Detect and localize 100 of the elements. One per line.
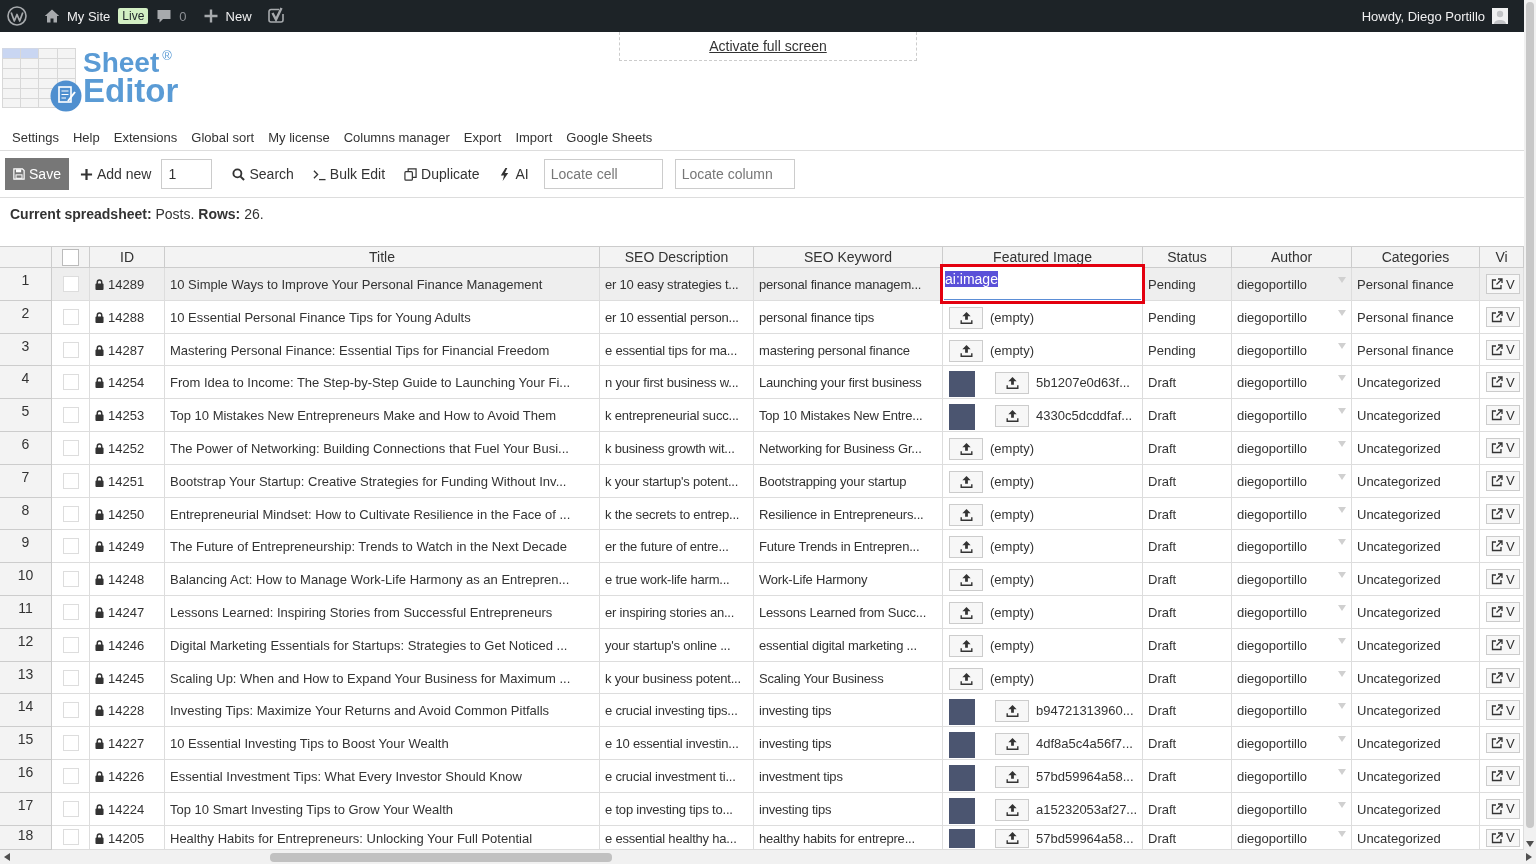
dropdown-caret-icon[interactable]	[1338, 342, 1346, 349]
row-checkbox[interactable]	[62, 472, 79, 489]
row-checkbox[interactable]	[62, 636, 79, 653]
menu-link[interactable]: Import	[515, 130, 553, 145]
view-button[interactable]: V	[1486, 601, 1520, 622]
row-checkbox[interactable]	[62, 828, 79, 845]
scroll-left-arrow-icon[interactable]	[4, 853, 10, 861]
dropdown-caret-icon[interactable]	[1338, 604, 1346, 611]
upload-button[interactable]	[949, 634, 983, 657]
row-checkbox[interactable]	[62, 800, 79, 817]
upload-button[interactable]	[995, 828, 1029, 848]
dropdown-caret-icon[interactable]	[1338, 473, 1346, 480]
upload-button[interactable]	[949, 667, 983, 690]
dropdown-caret-icon[interactable]	[1338, 801, 1346, 808]
dropdown-caret-icon[interactable]	[1338, 703, 1346, 710]
view-button[interactable]: V	[1486, 798, 1520, 819]
row-checkbox[interactable]	[62, 374, 79, 391]
upload-button[interactable]	[949, 470, 983, 493]
upload-button[interactable]	[949, 569, 983, 592]
dropdown-caret-icon[interactable]	[1338, 277, 1346, 283]
upload-button[interactable]	[995, 798, 1029, 821]
row-checkbox[interactable]	[62, 407, 79, 424]
upload-button[interactable]	[949, 536, 983, 559]
scroll-right-arrow-icon[interactable]	[1526, 853, 1532, 861]
view-button[interactable]: V	[1486, 733, 1520, 754]
table-row[interactable]: 9 14249 The Future of Entrepreneurship: Trends to Watch in the Next Decade er the future of entre... Future Trends in Entrepren... (empty) Draft diegoportillo Uncategorized V	[0, 530, 1524, 564]
table-row[interactable]: 5 14253 Top 10 Mistakes New Entrepreneurs Make and How to Avoid Them k entrepreneurial succ... Top 10 Mistakes New Entre... 4330c5dcddfaf... Draft diegoportillo Uncategorized V	[0, 399, 1524, 432]
table-row[interactable]: 7 14251 Bootstrap Your Startup: Creative Strategies for Funding Without Inv... k your startup's potent... Bootstrapping your startup (empty) Draft diegoportillo Uncategorized V	[0, 464, 1524, 498]
row-count-field[interactable]: 1	[161, 159, 213, 189]
menu-link[interactable]: Settings	[12, 130, 59, 145]
upload-button[interactable]	[995, 765, 1029, 788]
table-row[interactable]: 3 14287 Mastering Personal Finance: Essential Tips for Financial Freedom e essential tips for ma... mastering personal finance (empty) Pending diegoportillo Personal finance V	[0, 333, 1524, 367]
dropdown-caret-icon[interactable]	[1338, 375, 1346, 382]
table-row[interactable]: 18 14205 Healthy Habits for Entrepreneurs: Unlocking Your Full Potential e essential healthy ha... healthy habits for entrepre... 57bd59964a58... Draft diegoportillo Uncategorized V	[0, 825, 1524, 850]
dropdown-caret-icon[interactable]	[1338, 736, 1346, 743]
view-button[interactable]: V	[1486, 700, 1520, 721]
dropdown-caret-icon[interactable]	[1338, 768, 1346, 775]
horizontal-scrollbar[interactable]	[0, 850, 1536, 864]
view-button[interactable]: V	[1486, 667, 1520, 688]
table-row[interactable]: 8 14250 Entrepreneurial Mindset: How to Cultivate Resilience in the Face of ... k the secrets to entrep... Resilience in Entrepreneurs... (empty) Draft diegoportillo Uncategorized V	[0, 497, 1524, 531]
bulk-edit-button[interactable]: Bulk Edit	[312, 160, 386, 188]
table-row[interactable]: 15 14227 10 Essential Investing Tips to Boost Your Wealth e 10 essential investin... investing tips 4df8a5c4a56f7... Draft diegoportillo Uncategorized V	[0, 727, 1524, 760]
dropdown-caret-icon[interactable]	[1338, 441, 1346, 447]
row-checkbox[interactable]	[62, 735, 79, 752]
table-row[interactable]: 6 14252 The Power of Networking: Building Connections that Fuel Your Busi... k business growth wit... Networking for Business Gr... (empty) Draft diegoportillo Uncategorized V	[0, 432, 1524, 465]
view-button[interactable]: V	[1486, 765, 1520, 786]
dropdown-caret-icon[interactable]	[1338, 572, 1346, 579]
table-row[interactable]: 13 14245 Scaling Up: When and How to Expand Your Business for Maximum ... k your business potent... Scaling Your Business (empty) Draft diegoportillo Uncategorized V	[0, 661, 1524, 695]
upload-button[interactable]	[949, 601, 983, 624]
view-button[interactable]: V	[1486, 306, 1520, 327]
locate-cell-field[interactable]: Locate cell	[543, 159, 663, 189]
table-row[interactable]: 10 14248 Balancing Act: How to Manage Work-Life Harmony as an Entrepren... e true work-life harm... Work-Life Harmony (empty) Draft diegoportillo Uncategorized V	[0, 563, 1524, 596]
table-row[interactable]: 16 14226 Essential Investment Tips: What Every Investor Should Know e crucial investment ti... investment tips 57bd59964a58... Draft diegoportillo Uncategorized V	[0, 759, 1524, 793]
view-button[interactable]: V	[1486, 339, 1520, 360]
row-checkbox[interactable]	[62, 571, 79, 588]
menu-link[interactable]: My license	[268, 130, 330, 145]
view-button[interactable]: V	[1486, 634, 1520, 655]
view-button[interactable]: V	[1486, 372, 1520, 393]
view-button[interactable]: V	[1486, 274, 1520, 294]
view-button[interactable]: V	[1486, 438, 1520, 458]
upload-button[interactable]	[995, 700, 1029, 723]
table-row[interactable]: 14 14228 Investing Tips: Maximize Your Returns and Avoid Common Pitfalls e crucial investing tips... investing tips b94721313960... Draft diegoportillo Uncategorized V	[0, 694, 1524, 728]
row-checkbox[interactable]	[62, 341, 79, 358]
view-button[interactable]: V	[1486, 470, 1520, 491]
dropdown-caret-icon[interactable]	[1338, 539, 1346, 546]
menu-link[interactable]: Help	[73, 130, 100, 145]
activate-fullscreen-link[interactable]: Activate full screen	[709, 38, 827, 54]
row-checkbox[interactable]	[62, 538, 79, 555]
new-content-link[interactable]: New	[194, 0, 260, 32]
cell-editor-field[interactable]: ai:image	[944, 268, 1141, 300]
row-checkbox[interactable]	[62, 669, 79, 686]
table-row[interactable]: 2 14288 10 Essential Personal Finance Tips for Young Adults er 10 essential person... personal finance tips (empty) Pending diegoportillo Personal finance V	[0, 300, 1524, 334]
upload-button[interactable]	[949, 438, 983, 460]
upload-button[interactable]	[949, 339, 983, 362]
upload-button[interactable]	[949, 503, 983, 526]
table-row[interactable]: 12 14246 Digital Marketing Essentials for Startups: Strategies to Get Noticed ... your startup's online ... essential digital marketing ... (empty) Draft diegoportillo Uncategorized V	[0, 628, 1524, 662]
menu-link[interactable]: Extensions	[113, 130, 178, 145]
row-checkbox[interactable]	[62, 440, 79, 456]
select-all-checkbox[interactable]	[62, 248, 79, 266]
view-button[interactable]: V	[1486, 405, 1520, 426]
scroll-down-arrow-icon[interactable]	[1526, 841, 1534, 847]
view-button[interactable]: V	[1486, 828, 1520, 847]
row-checkbox[interactable]	[62, 276, 79, 292]
scrollbar-thumb[interactable]	[270, 852, 612, 862]
menu-link[interactable]: Global sort	[191, 130, 255, 145]
site-link[interactable]: My Site	[36, 0, 119, 32]
upload-button[interactable]	[995, 733, 1029, 756]
row-checkbox[interactable]	[62, 603, 79, 620]
scrollbar-thumb[interactable]	[1526, 2, 1534, 828]
row-checkbox[interactable]	[62, 767, 79, 784]
add-new-button[interactable]: Add new	[80, 160, 152, 188]
upload-button[interactable]	[995, 372, 1029, 395]
menu-link[interactable]: Export	[463, 130, 502, 145]
row-checkbox[interactable]	[62, 702, 79, 719]
logo-icon[interactable]	[267, 7, 284, 25]
menu-link[interactable]: Google Sheets	[566, 130, 653, 145]
upload-button[interactable]	[949, 306, 983, 329]
ai-button[interactable]: AI	[498, 160, 529, 188]
row-checkbox[interactable]	[62, 308, 79, 325]
dropdown-caret-icon[interactable]	[1338, 637, 1346, 644]
